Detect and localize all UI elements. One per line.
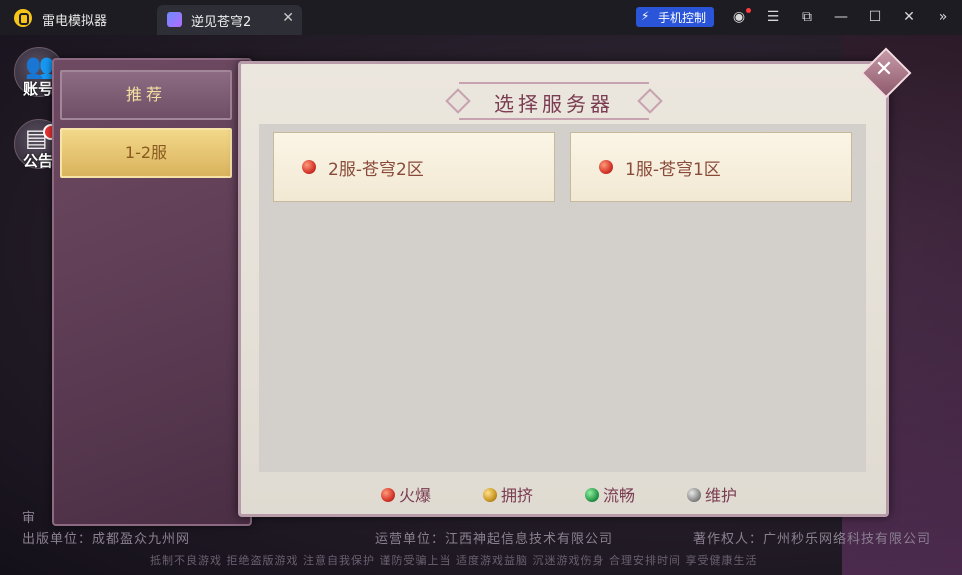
grey-ball-icon <box>687 488 701 502</box>
red-ball-icon <box>381 488 395 502</box>
copyright-text: 著作权人：广州秒乐网络科技有限公司 <box>693 532 932 547</box>
server-list: 2服-苍穹2区 1服-苍穹1区 <box>259 124 866 472</box>
server-item[interactable]: 1服-苍穹1区 <box>570 132 852 202</box>
menu-icon[interactable]: ☰ <box>764 8 782 26</box>
examine-text: 审 <box>22 511 36 526</box>
ldplayer-logo-icon <box>14 9 32 27</box>
operator-text: 运营单位：江西神起信息技术有限公司 <box>375 532 614 547</box>
legend-label: 流畅 <box>603 486 636 505</box>
publisher-text: 出版单位：成都盈众九州网 <box>22 532 191 547</box>
server-name: 1服-苍穹1区 <box>625 160 721 180</box>
maximize-icon[interactable]: ☐ <box>866 8 884 26</box>
notice-label: 公告 <box>23 152 54 170</box>
legend-maintenance: 维护 <box>687 482 737 506</box>
close-icon[interactable]: ✕ <box>900 8 918 26</box>
lightning-icon: ⚡ <box>641 9 650 23</box>
legend-label: 火爆 <box>399 486 432 505</box>
notification-dot <box>746 8 751 13</box>
legend-crowded: 拥挤 <box>483 482 533 506</box>
legend-label: 拥挤 <box>501 486 534 505</box>
game-tab-icon <box>167 12 182 27</box>
health-notice: 抵制不良游戏 拒绝盗版游戏 注意自我保护 谨防受骗上当 适度游戏益脑 沉迷游戏伤… <box>150 554 758 567</box>
account-icon: 👥 <box>25 52 55 80</box>
green-ball-icon <box>585 488 599 502</box>
title-bar: 雷电模拟器 逆见苍穹2 ✕ ⚡ 手机控制 ◉ ☰ ⧉ — ☐ ✕ » <box>0 0 962 35</box>
server-name: 2服-苍穹2区 <box>328 160 424 180</box>
collapse-icon[interactable]: » <box>934 8 952 26</box>
dialog-title: 选择服务器 <box>494 92 614 116</box>
tab-server-range[interactable]: 1-2服 <box>60 128 232 178</box>
status-hot-icon <box>599 160 613 174</box>
tab-close-icon[interactable]: ✕ <box>282 10 294 26</box>
tab-game[interactable]: 逆见苍穹2 ✕ <box>157 5 302 35</box>
server-item[interactable]: 2服-苍穹2区 <box>273 132 555 202</box>
legend-hot: 火爆 <box>381 482 431 506</box>
account-label: 账号 <box>23 80 54 98</box>
tab-recommend[interactable]: 推荐 <box>60 70 232 120</box>
game-screen: 👥 账号 ▤ 公告 推荐 1-2服 选择服务器 2服-苍穹2区 1服-苍穹1区 … <box>0 35 962 575</box>
tab-label: 逆见苍穹2 <box>191 15 252 30</box>
phone-control-label: 手机控制 <box>658 11 707 25</box>
popout-icon[interactable]: ⧉ <box>798 8 816 26</box>
phone-control-button[interactable]: ⚡ 手机控制 <box>636 7 714 27</box>
server-group-panel: 推荐 1-2服 <box>52 58 252 526</box>
close-x-icon[interactable]: ✕ <box>872 56 896 84</box>
dialog-title-frame: 选择服务器 <box>459 82 649 120</box>
legend-smooth: 流畅 <box>585 482 635 506</box>
server-select-dialog: 选择服务器 2服-苍穹2区 1服-苍穹1区 火爆 拥挤 流畅 维护 <box>238 61 889 517</box>
gold-ball-icon <box>483 488 497 502</box>
minimize-icon[interactable]: — <box>832 8 850 26</box>
status-hot-icon <box>302 160 316 174</box>
legend-label: 维护 <box>705 486 738 505</box>
app-name: 雷电模拟器 <box>42 14 108 29</box>
